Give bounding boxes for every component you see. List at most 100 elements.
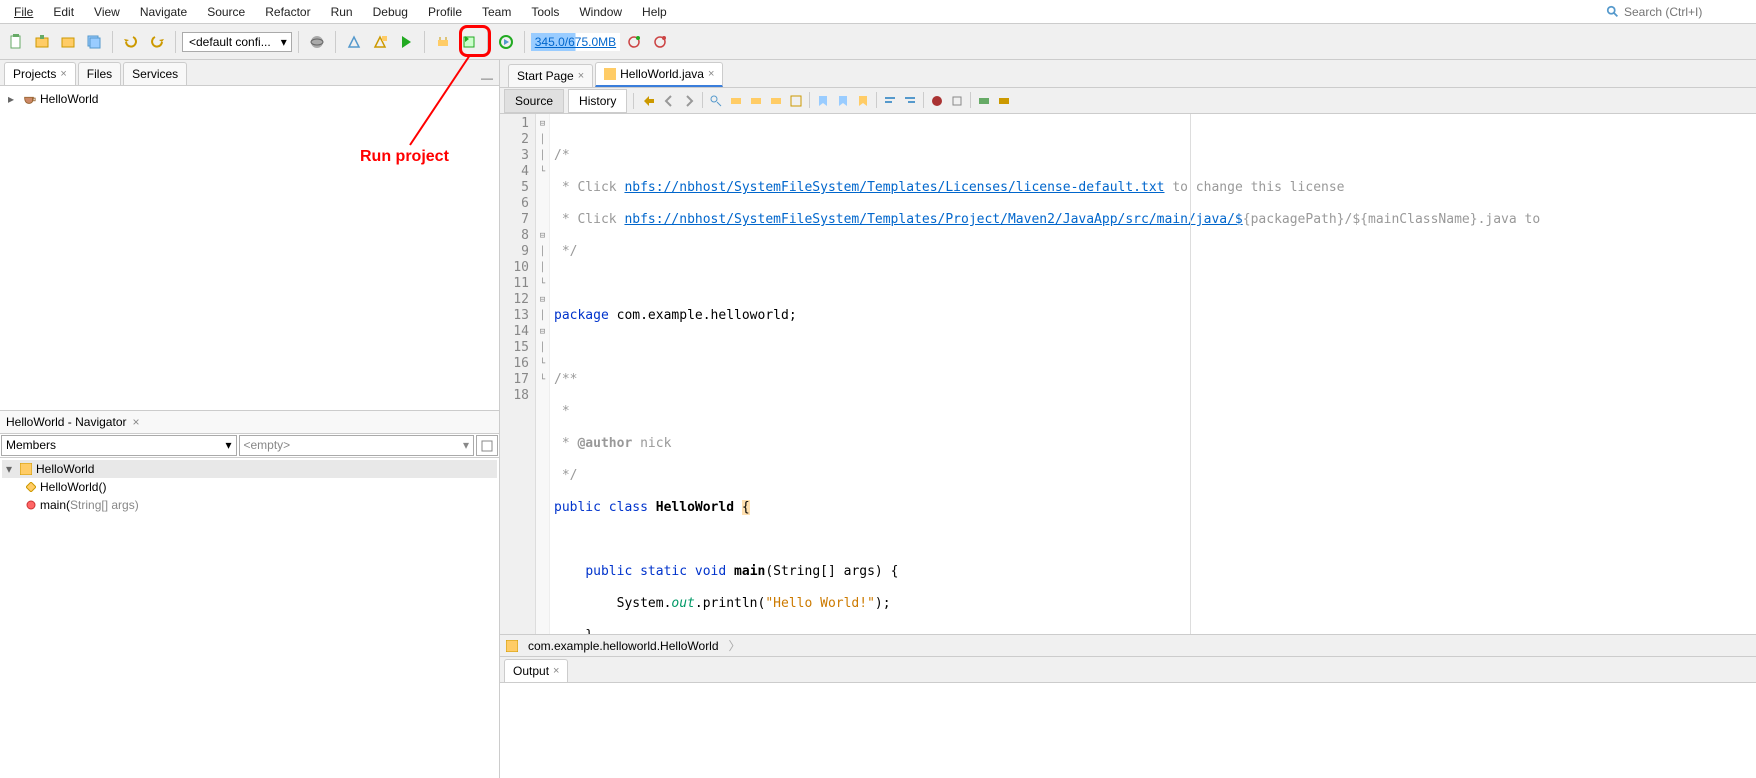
gc-button-2[interactable] [648, 30, 672, 54]
nav-method-label: main(String[] args) [40, 498, 139, 512]
tab-files[interactable]: Files [78, 62, 121, 85]
macro-stop-icon[interactable] [948, 92, 966, 110]
tab-output[interactable]: Output× [504, 659, 568, 682]
project-root[interactable]: ▸ HelloWorld [4, 90, 495, 108]
navigator-title-bar: HelloWorld - Navigator × [0, 410, 499, 434]
members-filter[interactable]: Members▾ [1, 435, 237, 456]
forward-icon[interactable] [680, 92, 698, 110]
toolbar: <default confi... ▾ 345.0/675.0MB [0, 24, 1756, 60]
menu-file[interactable]: File [4, 1, 43, 23]
uncomment-icon[interactable] [995, 92, 1013, 110]
minimize-icon[interactable]: — [475, 71, 499, 85]
profile-button[interactable] [457, 30, 481, 54]
search-input[interactable] [1624, 5, 1744, 19]
find-prev-icon[interactable] [727, 92, 745, 110]
menu-debug[interactable]: Debug [363, 1, 418, 23]
projects-tree[interactable]: ▸ HelloWorld [0, 86, 499, 410]
menu-help[interactable]: Help [632, 1, 677, 23]
menu-profile[interactable]: Profile [418, 1, 472, 23]
subtab-history[interactable]: History [568, 89, 627, 113]
navigator-filter-row: Members▾ <empty>▾ [0, 434, 499, 458]
clean-build-button[interactable] [368, 30, 392, 54]
diamond-icon [26, 482, 36, 492]
subtab-source[interactable]: Source [504, 89, 564, 113]
menu-tools[interactable]: Tools [521, 1, 569, 23]
run-button[interactable] [394, 30, 418, 54]
menu-refactor[interactable]: Refactor [255, 1, 320, 23]
expand-arrow-icon[interactable]: ▾ [6, 462, 16, 476]
breadcrumb-separator-icon: 〉 [729, 637, 741, 654]
refactor-icon[interactable] [787, 92, 805, 110]
gc-button[interactable] [622, 30, 646, 54]
shift-left-icon[interactable] [881, 92, 899, 110]
find-selection-icon[interactable] [707, 92, 725, 110]
menu-run[interactable]: Run [321, 1, 363, 23]
code-area[interactable]: /* * Click nbfs://nbhost/SystemFileSyste… [550, 114, 1756, 634]
menu-navigate[interactable]: Navigate [130, 1, 197, 23]
close-icon[interactable]: × [578, 70, 584, 82]
menu-source[interactable]: Source [197, 1, 255, 23]
close-icon[interactable]: × [708, 68, 714, 80]
menu-team[interactable]: Team [472, 1, 521, 23]
expand-arrow-icon[interactable]: ▸ [8, 92, 18, 106]
close-icon[interactable]: × [553, 665, 559, 677]
menu-window[interactable]: Window [569, 1, 632, 23]
new-file-button[interactable] [4, 30, 28, 54]
search-icon [1606, 5, 1620, 19]
class-icon [20, 463, 32, 475]
undo-button[interactable] [119, 30, 143, 54]
class-icon [506, 640, 518, 652]
output-panel: Output× [500, 656, 1756, 682]
open-project-button[interactable] [56, 30, 80, 54]
debug-button[interactable] [431, 30, 455, 54]
nav-method-row[interactable]: main(String[] args) [2, 496, 497, 514]
menu-view[interactable]: View [84, 1, 130, 23]
comment-icon[interactable] [975, 92, 993, 110]
close-icon[interactable]: × [133, 415, 140, 429]
tab-helloworld-java[interactable]: HelloWorld.java× [595, 62, 723, 87]
empty-filter[interactable]: <empty>▾ [239, 435, 475, 456]
toggle-bookmark-icon[interactable] [854, 92, 872, 110]
navigator-title: HelloWorld - Navigator [6, 415, 127, 429]
nav-constructor-label: HelloWorld() [40, 480, 106, 494]
macro-record-icon[interactable] [928, 92, 946, 110]
navigator-tree[interactable]: ▾ HelloWorld HelloWorld() main(String[] … [0, 458, 499, 778]
toggle-highlight-icon[interactable] [767, 92, 785, 110]
build-button[interactable] [342, 30, 366, 54]
new-project-button[interactable] [30, 30, 54, 54]
profile-main-button[interactable] [494, 30, 518, 54]
nav-class-row[interactable]: ▾ HelloWorld [2, 460, 497, 478]
filter-options-button[interactable] [476, 435, 498, 456]
config-select[interactable]: <default confi... ▾ [182, 32, 292, 52]
ruler [1190, 114, 1191, 634]
line-gutter: 123456789101112131415161718 [500, 114, 536, 634]
find-next-icon[interactable] [747, 92, 765, 110]
back-icon[interactable] [660, 92, 678, 110]
projects-tabs: Projects× Files Services — [0, 60, 499, 86]
memory-indicator[interactable]: 345.0/675.0MB [531, 33, 620, 51]
breadcrumb-class[interactable]: com.example.helloworld.HelloWorld [522, 637, 725, 655]
annotation-label: Run project [360, 148, 449, 166]
tab-projects[interactable]: Projects× [4, 62, 76, 85]
browser-button[interactable] [305, 30, 329, 54]
prev-bookmark-icon[interactable] [814, 92, 832, 110]
tab-start-page[interactable]: Start Page× [508, 64, 593, 87]
breadcrumb[interactable]: com.example.helloworld.HelloWorld 〉 [500, 634, 1756, 656]
editor-panel: Start Page× HelloWorld.java× Source Hist… [500, 60, 1756, 778]
menu-edit[interactable]: Edit [43, 1, 84, 23]
output-body[interactable] [500, 682, 1756, 778]
coffee-icon [22, 92, 36, 106]
nav-constructor-row[interactable]: HelloWorld() [2, 478, 497, 496]
close-icon[interactable]: × [60, 68, 66, 80]
save-all-button[interactable] [82, 30, 106, 54]
code-editor[interactable]: 123456789101112131415161718 ⊟││└⊟││└⊟│⊟│… [500, 114, 1756, 634]
fold-gutter[interactable]: ⊟││└⊟││└⊟│⊟│└└ [536, 114, 550, 634]
menubar: File Edit View Navigate Source Refactor … [0, 0, 1756, 24]
redo-button[interactable] [145, 30, 169, 54]
shift-right-icon[interactable] [901, 92, 919, 110]
last-edit-icon[interactable] [640, 92, 658, 110]
tab-services[interactable]: Services [123, 62, 187, 85]
nav-class-label: HelloWorld [36, 462, 94, 476]
search-box[interactable] [1598, 5, 1752, 19]
next-bookmark-icon[interactable] [834, 92, 852, 110]
